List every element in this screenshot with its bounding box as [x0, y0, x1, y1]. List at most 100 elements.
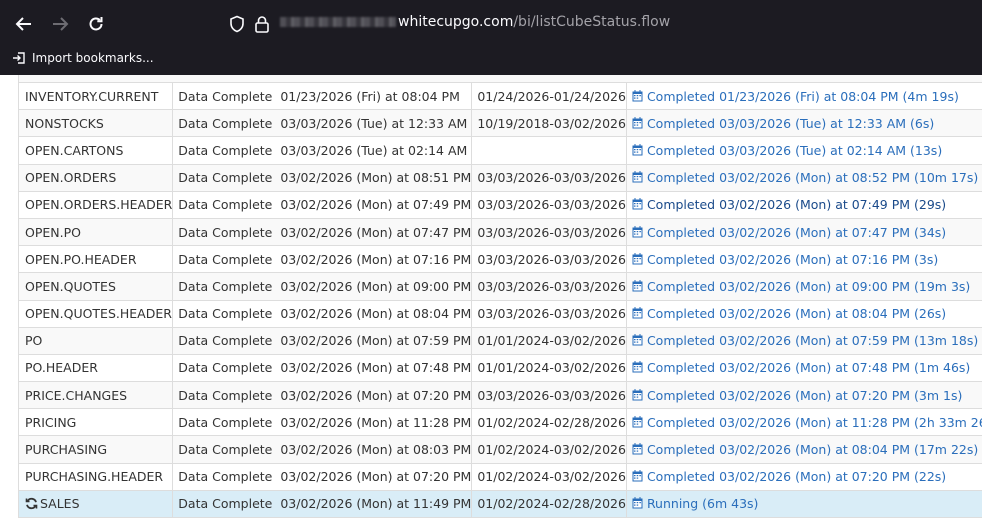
- log-cell: Completed 03/02/2026 (Mon) at 07:47 PM (…: [626, 217, 982, 247]
- date-range-cell: 03/03/2026-03/03/2026: [471, 190, 627, 219]
- cube-name: PURCHASING.HEADER: [25, 469, 164, 485]
- address-bar[interactable]: whitecupgo.com/bi/listCubeStatus.flow: [218, 8, 982, 40]
- log-cell: Completed 01/23/2026 (Fri) at 08:04 PM (…: [626, 81, 982, 111]
- log-cell: Completed 03/02/2026 (Mon) at 07:48 PM (…: [626, 353, 982, 383]
- completed-time: 01/23/2026 (Fri) at 08:04 PM: [280, 88, 460, 104]
- log-text: Completed 03/03/2026 (Tue) at 02:14 AM (…: [646, 142, 943, 158]
- status-cell: Data Complete 03/02/2026 (Mon) at 08:03 P…: [172, 435, 473, 464]
- completed-time: 03/02/2026 (Mon) at 07:16 PM: [280, 251, 472, 267]
- log-cell: Completed 03/02/2026 (Mon) at 07:49 PM (…: [626, 190, 982, 219]
- status-cell: Data Complete 03/02/2026 (Mon) at 08:51 P…: [172, 163, 473, 192]
- cube-name-cell: PO: [17, 326, 174, 355]
- log-text: Completed 01/23/2026 (Fri) at 08:04 PM (…: [646, 88, 959, 104]
- redacted-subdomain: [280, 17, 396, 27]
- date-range-cell: 01/24/2026-01/24/2026: [471, 81, 627, 111]
- status-text: Data Complete: [178, 442, 273, 458]
- calendar-icon: [632, 415, 643, 428]
- log-link[interactable]: Completed 03/02/2026 (Mon) at 07:20 PM (…: [632, 388, 962, 403]
- log-link[interactable]: Completed 03/02/2026 (Mon) at 07:48 PM (…: [632, 360, 970, 375]
- cube-name: PURCHASING: [25, 442, 108, 458]
- completed-time: 03/02/2026 (Mon) at 07:59 PM: [280, 333, 472, 349]
- log-text: Completed 03/02/2026 (Mon) at 07:59 PM (…: [646, 333, 979, 349]
- completed-time: 03/02/2026 (Mon) at 07:20 PM: [280, 469, 472, 485]
- cube-name-cell: OPEN.QUOTES.HEADER: [17, 299, 174, 328]
- log-text: Completed 03/02/2026 (Mon) at 07:48 PM (…: [646, 360, 971, 376]
- status-cell: Data Complete 03/02/2026 (Mon) at 08:04 P…: [172, 299, 473, 328]
- status-cell: Data Complete 01/23/2026 (Fri) at 08:04 P…: [172, 81, 473, 111]
- log-cell: Completed 03/02/2026 (Mon) at 07:59 PM (…: [626, 326, 982, 355]
- status-cell: Data Complete 03/02/2026 (Mon) at 07:20 P…: [172, 462, 473, 491]
- status-text: Data Complete: [178, 170, 273, 186]
- completed-time: 03/02/2026 (Mon) at 07:48 PM: [280, 360, 472, 376]
- url-text[interactable]: whitecupgo.com/bi/listCubeStatus.flow: [280, 14, 670, 30]
- import-bookmarks-item[interactable]: Import bookmarks...: [12, 51, 154, 65]
- completed-time: 03/02/2026 (Mon) at 07:49 PM: [280, 197, 472, 213]
- cube-name-cell: OPEN.QUOTES: [17, 272, 174, 301]
- log-link[interactable]: Completed 03/02/2026 (Mon) at 07:47 PM (…: [632, 225, 946, 240]
- status-cell: Data Complete 03/02/2026 (Mon) at 07:59 P…: [172, 326, 473, 355]
- log-link[interactable]: Completed 03/02/2026 (Mon) at 11:28 PM (…: [632, 415, 982, 430]
- status-cell: Data Complete 03/02/2026 (Mon) at 09:00 P…: [172, 272, 473, 301]
- log-link[interactable]: Completed 03/02/2026 (Mon) at 08:04 PM (…: [632, 442, 978, 457]
- log-link[interactable]: Completed 03/03/2026 (Tue) at 02:14 AM (…: [632, 143, 942, 158]
- log-text: Completed 03/02/2026 (Mon) at 07:20 PM (…: [646, 387, 963, 403]
- calendar-icon: [632, 252, 643, 265]
- log-cell: Completed 03/02/2026 (Mon) at 08:04 PM (…: [626, 299, 982, 328]
- table-row: PURCHASING Data Complete 03/02/2026 (Mon) …: [17, 435, 982, 464]
- completed-time: 03/03/2026 (Tue) at 02:14 AM: [280, 142, 468, 158]
- status-cell: Data Complete 03/02/2026 (Mon) at 07:48 P…: [172, 353, 473, 383]
- log-cell: Completed 03/03/2026 (Tue) at 02:14 AM (…: [626, 136, 982, 165]
- cube-name-cell: SALES: [17, 489, 174, 519]
- log-link[interactable]: Completed 03/02/2026 (Mon) at 08:52 PM (…: [632, 170, 978, 185]
- cube-name: PRICE.CHANGES: [25, 387, 128, 403]
- cube-name: PO: [25, 333, 43, 349]
- table-row: PO Data Complete 03/02/2026 (Mon) at 07:59…: [17, 326, 982, 355]
- cube-name-cell: PRICING: [17, 408, 174, 437]
- log-text: Completed 03/02/2026 (Mon) at 08:04 PM (…: [646, 442, 979, 458]
- status-text: Data Complete: [178, 115, 273, 131]
- cube-name: SALES: [40, 496, 80, 512]
- completed-time: 03/02/2026 (Mon) at 08:51 PM: [280, 170, 472, 186]
- completed-time: 03/03/2026 (Tue) at 12:33 AM: [280, 115, 468, 131]
- completed-time: 03/02/2026 (Mon) at 11:49 PM: [280, 496, 472, 512]
- cube-name-cell: PO.HEADER: [17, 353, 174, 383]
- date-range-cell: 01/02/2024-03/02/2026: [471, 435, 627, 464]
- log-text: Completed 03/02/2026 (Mon) at 07:49 PM (…: [646, 197, 947, 213]
- status-text: Data Complete: [178, 360, 273, 376]
- status-cell: Data Complete 03/02/2026 (Mon) at 11:49 P…: [172, 489, 473, 519]
- cube-name: OPEN.PO: [25, 224, 81, 240]
- log-link[interactable]: Completed 03/02/2026 (Mon) at 08:04 PM (…: [632, 306, 946, 321]
- cube-name: INVENTORY.CURRENT: [25, 88, 159, 104]
- forward-button[interactable]: [45, 9, 75, 39]
- status-cell: Data Complete 03/02/2026 (Mon) at 07:49 P…: [172, 190, 473, 219]
- calendar-icon: [632, 443, 643, 455]
- log-link[interactable]: Completed 03/02/2026 (Mon) at 07:49 PM (…: [632, 197, 946, 212]
- reload-button[interactable]: [81, 9, 111, 39]
- log-link[interactable]: Completed 03/02/2026 (Mon) at 07:59 PM (…: [632, 333, 978, 348]
- status-text: Data Complete: [178, 224, 273, 240]
- cube-name: OPEN.PO.HEADER: [25, 251, 137, 267]
- table-row: OPEN.QUOTES Data Complete 03/02/2026 (Mon)…: [17, 272, 982, 301]
- log-link[interactable]: Completed 01/23/2026 (Fri) at 08:04 PM (…: [632, 89, 959, 104]
- completed-time: 03/02/2026 (Mon) at 07:47 PM: [280, 224, 472, 240]
- import-icon: [13, 52, 25, 64]
- log-text: Completed 03/02/2026 (Mon) at 11:28 PM (…: [646, 414, 982, 430]
- lock-icon[interactable]: [254, 15, 270, 33]
- log-link[interactable]: Running (6m 43s): [632, 496, 758, 511]
- calendar-icon: [632, 388, 643, 401]
- date-range-cell: 01/01/2024-03/02/2026: [471, 326, 627, 355]
- calendar-icon: [632, 497, 643, 509]
- log-link[interactable]: Completed 03/02/2026 (Mon) at 09:00 PM (…: [632, 279, 970, 294]
- shield-icon[interactable]: [228, 15, 246, 33]
- status-text: Data Complete: [178, 387, 273, 403]
- log-link[interactable]: Completed 03/03/2026 (Tue) at 12:33 AM (…: [632, 116, 934, 131]
- back-button[interactable]: [9, 9, 39, 39]
- calendar-icon: [632, 279, 643, 292]
- log-link[interactable]: Completed 03/02/2026 (Mon) at 07:16 PM (…: [632, 252, 938, 267]
- table-row: PRICING Data Complete 03/02/2026 (Mon) at …: [17, 408, 982, 437]
- calendar-icon: [632, 361, 643, 373]
- cube-name-cell: INVENTORY.CURRENT: [17, 81, 174, 111]
- calendar-icon: [632, 307, 643, 319]
- cube-name-cell: OPEN.CARTONS: [17, 136, 174, 165]
- log-link[interactable]: Completed 03/02/2026 (Mon) at 07:20 PM (…: [632, 469, 946, 484]
